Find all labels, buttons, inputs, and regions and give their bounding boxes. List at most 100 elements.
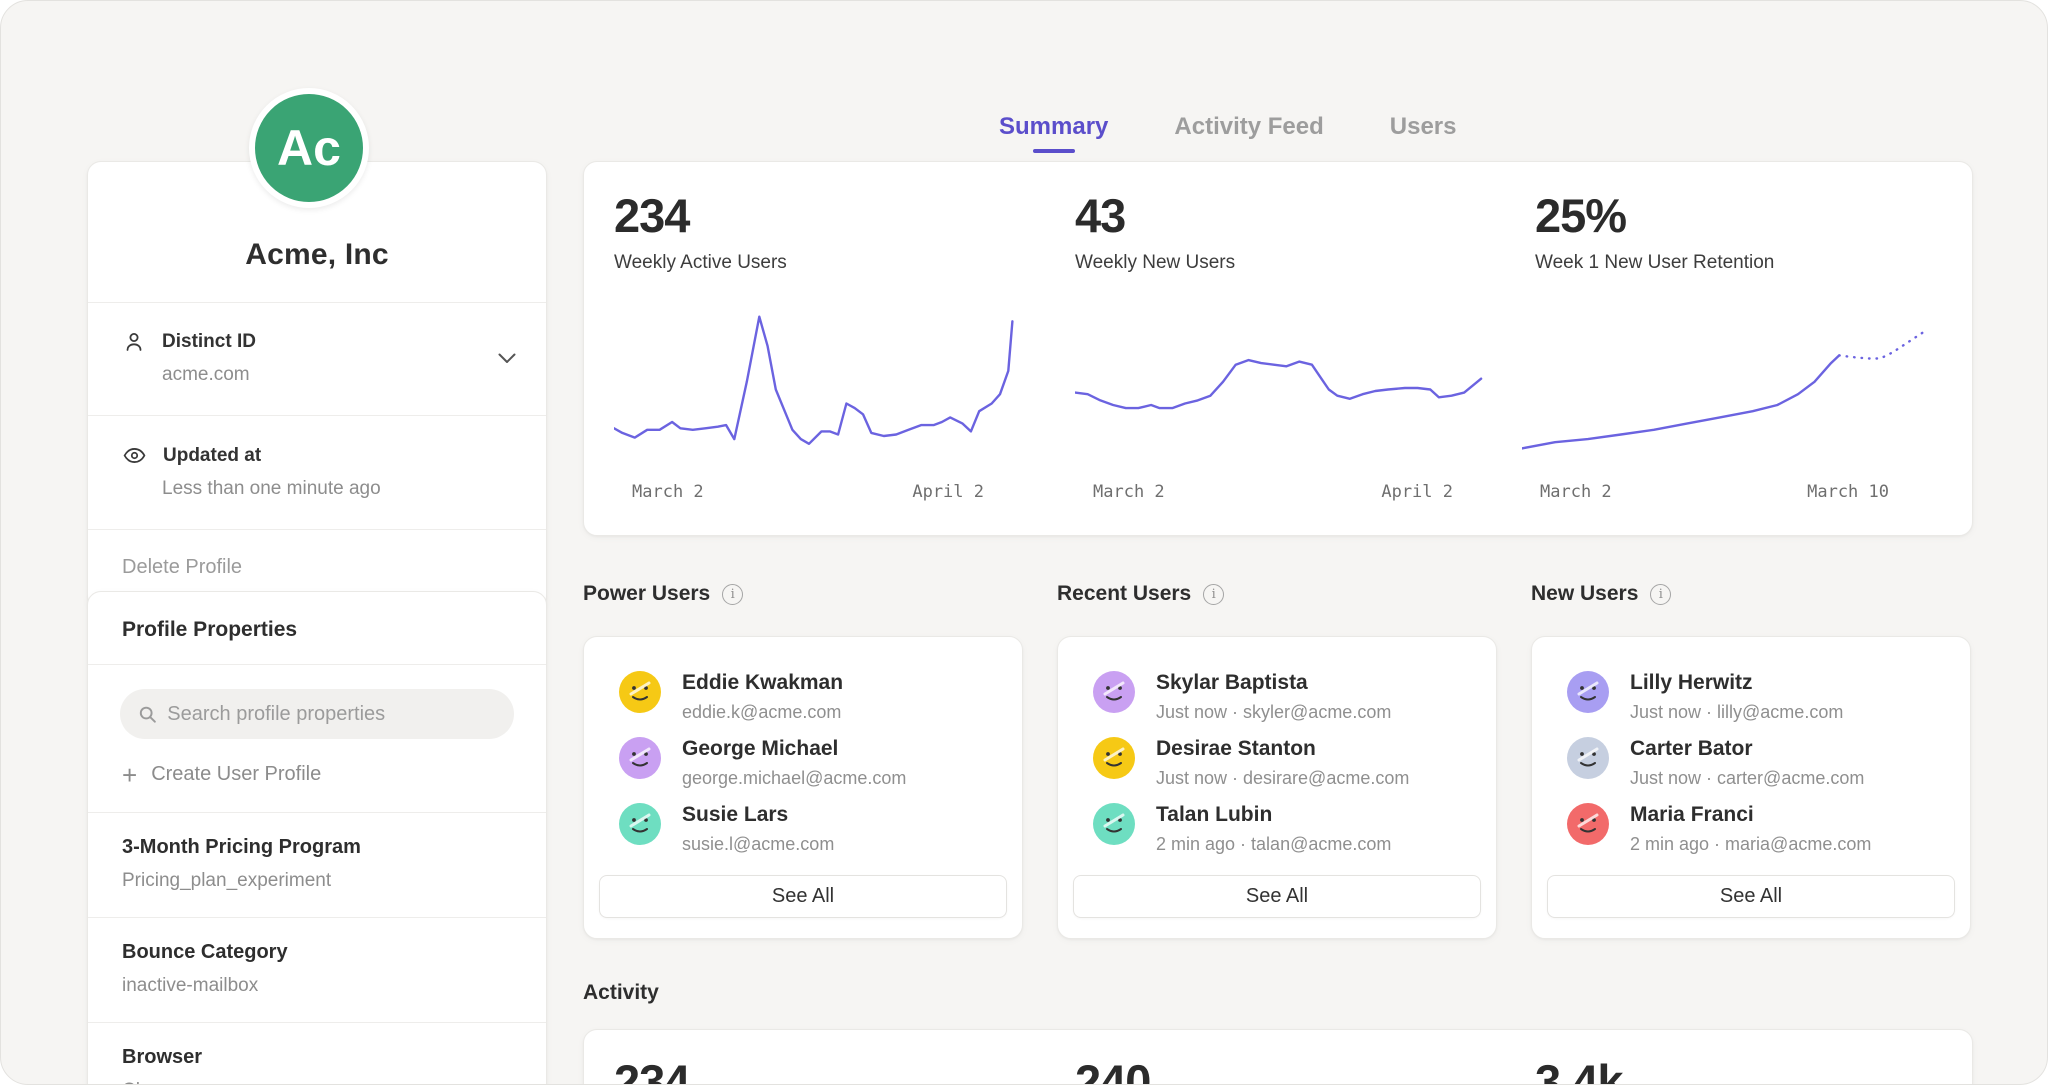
activity-title: Activity <box>583 981 659 1005</box>
face-icon <box>1567 737 1609 779</box>
plus-icon: + <box>122 765 137 785</box>
x-axis-label-start: March 2 <box>632 482 704 502</box>
field-label: Updated at <box>163 445 261 467</box>
property-item: 3-Month Pricing Program Pricing_plan_exp… <box>88 812 546 917</box>
recent-users-header: Recent Users i <box>1057 582 1224 606</box>
user-row[interactable]: Maria Franci2 min ago · maria@acme.com <box>1567 803 1950 855</box>
user-row[interactable]: Eddie Kwakman eddie.k@acme.com <box>619 671 1002 723</box>
user-name: Eddie Kwakman <box>682 671 843 695</box>
stat-label: Weekly New Users <box>1075 252 1235 274</box>
x-axis-label-end: April 2 <box>1381 482 1453 502</box>
company-avatar: Ac <box>249 88 369 208</box>
x-axis-label-end: March 10 <box>1807 482 1889 502</box>
section-title: Power Users <box>583 582 710 606</box>
property-label: Bounce Category <box>122 941 512 964</box>
line-chart <box>614 312 1029 467</box>
user-subtitle: george.michael@acme.com <box>682 768 906 789</box>
stat-value: 25% <box>1535 188 1774 243</box>
profile-properties-card: Profile Properties + Create User Profile… <box>87 591 547 1085</box>
activity-stat: 240 <box>1075 1054 1150 1085</box>
stat-value: 234 <box>614 1054 689 1085</box>
info-icon[interactable]: i <box>1650 584 1671 605</box>
new-users-card: Lilly HerwitzJust now · lilly@acme.com Ca… <box>1531 636 1971 939</box>
stat-week1-retention: 25% Week 1 New User Retention <box>1535 188 1774 274</box>
field-value: Less than one minute ago <box>162 478 512 500</box>
user-row[interactable]: Carter BatorJust now · carter@acme.com <box>1567 737 1950 789</box>
activity-card: 234 240 3.4k <box>583 1029 1973 1085</box>
face-icon <box>1567 803 1609 845</box>
user-name: Talan Lubin <box>1156 803 1391 827</box>
user-row[interactable]: Desirae Stanton Just now · desirare@acme.… <box>1093 737 1476 789</box>
user-row[interactable]: George Michaelgeorge.michael@acme.com <box>619 737 1002 789</box>
face-icon <box>1567 671 1609 713</box>
user-avatar <box>1093 803 1135 845</box>
face-icon <box>619 671 661 713</box>
summary-card: 234 Weekly Active Users 43 Weekly New Us… <box>583 161 1973 536</box>
property-label: 3-Month Pricing Program <box>122 836 512 859</box>
stat-value: 3.4k <box>1535 1054 1622 1085</box>
eye-icon <box>122 443 147 468</box>
property-value: Pricing_plan_experiment <box>122 870 512 892</box>
property-item: Bounce Category inactive-mailbox <box>88 917 546 1022</box>
user-subtitle: 2 min ago · maria@acme.com <box>1630 834 1871 855</box>
stat-value: 240 <box>1075 1054 1150 1085</box>
profile-properties-title: Profile Properties <box>88 592 546 665</box>
user-row[interactable]: Skylar BaptistaJust now · skyler@acme.co… <box>1093 671 1476 723</box>
user-avatar <box>619 737 661 779</box>
stat-value: 43 <box>1075 188 1235 243</box>
profile-card: Acme, Inc Distinct ID acme.com Updated a… <box>87 161 547 610</box>
stat-label: Week 1 New User Retention <box>1535 252 1774 274</box>
face-icon <box>1093 671 1135 713</box>
user-avatar <box>619 671 661 713</box>
user-subtitle: eddie.k@acme.com <box>682 702 843 723</box>
person-icon <box>122 330 146 354</box>
user-avatar <box>1567 737 1609 779</box>
new-users-header: New Users i <box>1531 582 1671 606</box>
user-row[interactable]: Talan Lubin 2 min ago · talan@acme.com <box>1093 803 1476 855</box>
face-icon <box>1093 803 1135 845</box>
activity-stat: 3.4k <box>1535 1054 1622 1085</box>
user-subtitle: Just now · desirare@acme.com <box>1156 768 1409 789</box>
user-row[interactable]: Susie Lars susie.l@acme.com <box>619 803 1002 855</box>
chart-weekly-active-users: March 2 April 2 <box>614 312 1029 502</box>
user-avatar <box>619 803 661 845</box>
see-all-button[interactable]: See All <box>599 875 1007 918</box>
stat-label: Weekly Active Users <box>614 252 787 274</box>
create-user-profile-button[interactable]: + Create User Profile <box>122 763 512 786</box>
chevron-down-icon[interactable] <box>498 353 516 364</box>
see-all-button[interactable]: See All <box>1547 875 1955 918</box>
field-value: acme.com <box>162 364 512 386</box>
chart-week1-retention: March 2 March 10 <box>1522 312 1934 502</box>
distinct-id-row[interactable]: Distinct ID acme.com <box>88 302 546 415</box>
tab-summary[interactable]: Summary <box>999 113 1108 153</box>
user-avatar <box>1093 671 1135 713</box>
stat-weekly-active-users: 234 Weekly Active Users <box>614 188 787 274</box>
see-all-button[interactable]: See All <box>1073 875 1481 918</box>
property-label: Browser <box>122 1046 512 1069</box>
user-row[interactable]: Lilly HerwitzJust now · lilly@acme.com <box>1567 671 1950 723</box>
recent-users-card: Skylar BaptistaJust now · skyler@acme.co… <box>1057 636 1497 939</box>
user-subtitle: susie.l@acme.com <box>682 834 834 855</box>
face-icon <box>619 737 661 779</box>
search-input[interactable] <box>167 703 496 726</box>
power-users-header: Power Users i <box>583 582 743 606</box>
user-name: Susie Lars <box>682 803 834 827</box>
info-icon[interactable]: i <box>1203 584 1224 605</box>
user-subtitle: Just now · carter@acme.com <box>1630 768 1864 789</box>
face-icon <box>619 803 661 845</box>
user-name: Desirae Stanton <box>1156 737 1409 761</box>
user-subtitle: 2 min ago · talan@acme.com <box>1156 834 1391 855</box>
user-subtitle: Just now · lilly@acme.com <box>1630 702 1843 723</box>
tab-activity-feed[interactable]: Activity Feed <box>1174 113 1323 153</box>
chart-weekly-new-users: March 2 April 2 <box>1075 312 1498 502</box>
tab-users[interactable]: Users <box>1390 113 1457 153</box>
property-value: inactive-mailbox <box>122 975 512 997</box>
user-name: Skylar Baptista <box>1156 671 1391 695</box>
user-avatar <box>1567 671 1609 713</box>
profile-properties-search[interactable] <box>120 689 514 739</box>
user-avatar <box>1567 803 1609 845</box>
x-axis-label-start: March 2 <box>1540 482 1612 502</box>
info-icon[interactable]: i <box>722 584 743 605</box>
app-window: Ac Acme, Inc Distinct ID acme.com Update… <box>0 0 2048 1085</box>
tab-bar: Summary Activity Feed Users <box>999 113 1457 153</box>
